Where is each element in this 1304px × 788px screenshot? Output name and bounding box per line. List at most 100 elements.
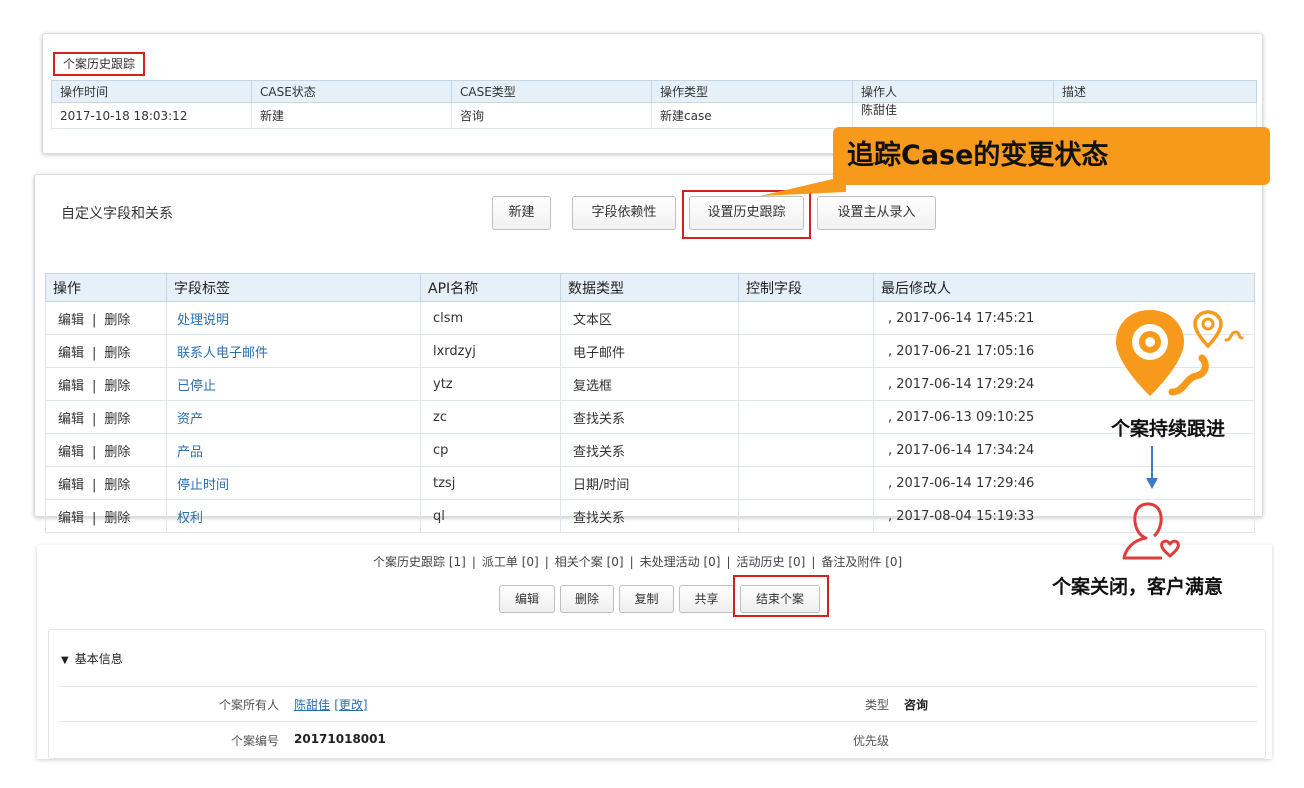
col-header: 操作时间 xyxy=(51,80,252,103)
basic-info-header[interactable]: ▼ 基本信息 xyxy=(61,650,123,667)
row-actions: 编辑 | 删除 xyxy=(45,466,167,500)
table-row: 编辑 | 删除 资产 zc 查找关系, 2017-06-13 09:10:25 xyxy=(45,400,1255,434)
table-row: 编辑 | 删除 联系人电子邮件 lxrdzyj 电子邮件, 2017-06-21 17:0… xyxy=(45,334,1255,368)
field-label-link[interactable]: 资产 xyxy=(166,400,421,434)
edit-link[interactable]: 编辑 xyxy=(58,313,84,328)
related-list-link[interactable]: 相关个案 [0] xyxy=(555,555,624,569)
field-label-link[interactable]: 联系人电子邮件 xyxy=(166,334,421,368)
custom-fields-title: 自定义字段和关系 xyxy=(61,206,173,222)
data-type-cell: 查找关系 xyxy=(560,400,739,434)
related-list-link[interactable]: 个案历史跟踪 [1] xyxy=(373,555,466,569)
field-label-link[interactable]: 权利 xyxy=(166,499,421,533)
follow-up-annotation: 个案持续跟进 xyxy=(1111,418,1226,440)
small-location-pin-icon xyxy=(1193,310,1244,349)
table-row: 编辑 | 删除 产品 cp 查找关系, 2017-06-14 17:34:24 xyxy=(45,433,1255,467)
callout-banner: 追踪Case的变更状态 xyxy=(833,127,1270,185)
edit-link[interactable]: 编辑 xyxy=(58,511,84,526)
delete-link[interactable]: 删除 xyxy=(104,478,130,493)
data-type-cell: 日期/时间 xyxy=(560,466,739,500)
row-actions: 编辑 | 删除 xyxy=(45,367,167,401)
share-button[interactable]: 共享 xyxy=(679,585,734,613)
owner-label: 个案所有人 xyxy=(218,698,279,712)
table-row: 编辑 | 删除 权利 ql 查找关系 , 2017-08-04 15:19:33 xyxy=(45,499,1255,533)
action-separator: | xyxy=(92,378,97,394)
master-detail-button[interactable]: 设置主从录入 xyxy=(817,196,936,230)
related-separator: | xyxy=(811,555,816,569)
api-name-cell: zc xyxy=(420,400,561,434)
delete-link[interactable]: 删除 xyxy=(104,346,130,361)
delete-link[interactable]: 删除 xyxy=(104,445,130,460)
delete-link[interactable]: 删除 xyxy=(104,379,130,394)
action-separator: | xyxy=(92,345,97,361)
history-tracking-button[interactable]: 设置历史跟踪 xyxy=(689,196,804,230)
related-list-link[interactable]: 派工单 [0] xyxy=(482,555,539,569)
satisfied-customer-icon xyxy=(1122,502,1180,560)
field-label-link[interactable]: 停止时间 xyxy=(166,466,421,500)
table-header-row: 操作时间 CASE状态 CASE类型 操作类型 操作人 描述 xyxy=(51,80,1257,103)
cell-op-type: 新建case xyxy=(651,102,853,129)
new-field-button[interactable]: 新建 xyxy=(492,196,551,230)
field-label-link[interactable]: 已停止 xyxy=(166,367,421,401)
copy-button[interactable]: 复制 xyxy=(619,585,674,613)
row-actions: 编辑 | 删除 xyxy=(45,499,167,533)
field-label-link[interactable]: 处理说明 xyxy=(166,301,421,335)
field-label-link[interactable]: 产品 xyxy=(166,433,421,467)
basic-info-section: ▼ 基本信息 个案所有人 陈甜佳 [更改] 类型 咨询 个案编号 20171018… xyxy=(48,629,1266,759)
action-separator: | xyxy=(92,477,97,493)
control-field-cell xyxy=(738,334,874,368)
edit-button[interactable]: 编辑 xyxy=(499,585,555,613)
col-header: CASE状态 xyxy=(251,80,452,103)
field-dependency-button[interactable]: 字段依赖性 xyxy=(572,196,676,230)
case-number-value: 20171018001 xyxy=(294,732,386,746)
related-list-link[interactable]: 备注及附件 [0] xyxy=(821,555,902,569)
delete-button[interactable]: 删除 xyxy=(560,585,614,613)
related-separator: | xyxy=(629,555,634,569)
api-name-cell: tzsj xyxy=(420,466,561,500)
col-header: 字段标签 xyxy=(166,273,421,302)
edit-link[interactable]: 编辑 xyxy=(58,346,84,361)
col-header: 操作 xyxy=(45,273,167,302)
table-row: 编辑 | 删除 已停止 ytz 复选框, 2017-06-14 17:29:24 xyxy=(45,367,1255,401)
cell-desc xyxy=(1053,102,1257,129)
edit-link[interactable]: 编辑 xyxy=(58,412,84,427)
table-row: 编辑 | 删除 处理说明 clsm 文本区, 2017-06-14 17:45:21 xyxy=(45,301,1255,335)
row-actions: 编辑 | 删除 xyxy=(45,400,167,434)
section-title: 基本信息 xyxy=(74,652,123,666)
col-header: 最后修改人 xyxy=(873,273,1255,302)
control-field-cell xyxy=(738,301,874,335)
priority-label: 优先级 xyxy=(852,734,889,748)
col-header: 描述 xyxy=(1053,80,1257,103)
related-separator: | xyxy=(544,555,549,569)
owner-change-link[interactable]: [更改] xyxy=(334,698,367,712)
down-arrow-icon xyxy=(1146,446,1158,489)
edit-link[interactable]: 编辑 xyxy=(58,445,84,460)
col-header: 数据类型 xyxy=(560,273,739,302)
edit-link[interactable]: 编辑 xyxy=(58,379,84,394)
table-row: 2017-10-18 18:03:12 新建 咨询 新建case 陈甜佳 xyxy=(51,102,1257,129)
api-name-cell: lxrdzyj xyxy=(420,334,561,368)
control-field-cell xyxy=(738,367,874,401)
api-name-cell: ql xyxy=(420,499,561,533)
related-list-link[interactable]: 活动历史 [0] xyxy=(737,555,806,569)
case-number-label: 个案编号 xyxy=(230,734,279,748)
cell-type: 咨询 xyxy=(451,102,652,129)
control-field-cell xyxy=(738,466,874,500)
edit-link[interactable]: 编辑 xyxy=(58,478,84,493)
row-actions: 编辑 | 删除 xyxy=(45,433,167,467)
delete-link[interactable]: 删除 xyxy=(104,412,130,427)
delete-link[interactable]: 删除 xyxy=(104,313,130,328)
owner-link[interactable]: 陈甜佳 xyxy=(294,698,330,712)
case-history-title: 个案历史跟踪 xyxy=(53,52,146,76)
close-case-button[interactable]: 结束个案 xyxy=(740,585,820,613)
col-header: 操作人 xyxy=(852,80,1054,103)
owner-value: 陈甜佳 [更改] xyxy=(294,696,368,713)
control-field-cell xyxy=(738,400,874,434)
cell-time: 2017-10-18 18:03:12 xyxy=(51,102,252,129)
data-type-cell: 文本区 xyxy=(560,301,739,335)
control-field-cell xyxy=(738,433,874,467)
action-separator: | xyxy=(92,411,97,427)
control-field-cell xyxy=(738,499,874,533)
data-type-cell: 复选框 xyxy=(560,367,739,401)
related-list-link[interactable]: 未处理活动 [0] xyxy=(640,555,721,569)
delete-link[interactable]: 删除 xyxy=(104,511,130,526)
